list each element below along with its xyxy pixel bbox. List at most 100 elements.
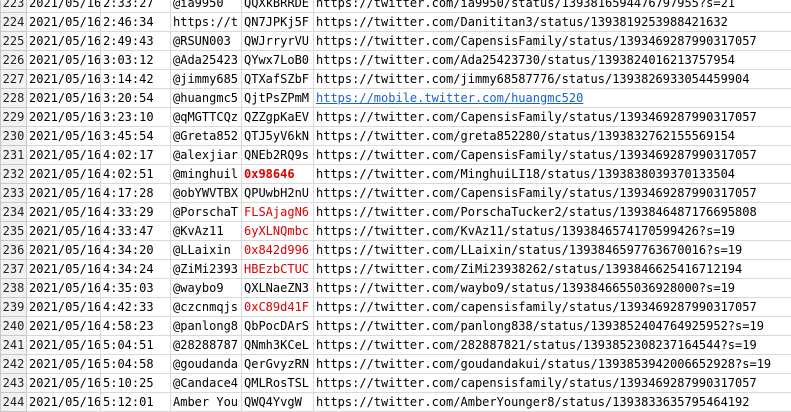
id-cell[interactable]: QWJrryrVU bbox=[242, 32, 314, 51]
row-number-header[interactable]: 241 bbox=[1, 336, 27, 355]
time-cell[interactable]: 4:02:51 bbox=[101, 165, 171, 184]
row-number-header[interactable]: 226 bbox=[1, 51, 27, 70]
table-row[interactable]: 2402021/05/164:58:23@panlong8QbPocDArSht… bbox=[1, 317, 791, 336]
date-cell[interactable]: 2021/05/16 bbox=[27, 32, 101, 51]
time-cell[interactable]: 2:33:27 bbox=[101, 0, 171, 13]
url-cell[interactable]: https://twitter.com/CapensisFamily/statu… bbox=[314, 108, 791, 127]
date-cell[interactable]: 2021/05/16 bbox=[27, 260, 101, 279]
id-cell[interactable]: QWQ4YvgW bbox=[242, 393, 314, 412]
time-cell[interactable]: 4:34:24 bbox=[101, 260, 171, 279]
row-number-header[interactable]: 237 bbox=[1, 260, 27, 279]
row-number-header[interactable]: 244 bbox=[1, 393, 27, 412]
date-cell[interactable]: 2021/05/16 bbox=[27, 89, 101, 108]
date-cell[interactable]: 2021/05/16 bbox=[27, 222, 101, 241]
username-cell[interactable]: Amber You bbox=[171, 393, 242, 412]
username-cell[interactable]: @waybo9 bbox=[171, 279, 242, 298]
url-cell[interactable]: https://twitter.com/capensisfamily/statu… bbox=[314, 298, 791, 317]
table-row[interactable]: 2432021/05/165:10:25@Candace4QMLRosTSLht… bbox=[1, 374, 791, 393]
row-number-header[interactable]: 239 bbox=[1, 298, 27, 317]
row-number-header[interactable]: 230 bbox=[1, 127, 27, 146]
username-cell[interactable]: @ZiMi2393 bbox=[171, 260, 242, 279]
date-cell[interactable]: 2021/05/16 bbox=[27, 13, 101, 32]
username-cell[interactable]: @obYWVTBX bbox=[171, 184, 242, 203]
id-cell[interactable]: 0x98646 bbox=[242, 165, 314, 184]
id-cell[interactable]: QZZgpKaEV bbox=[242, 108, 314, 127]
id-cell[interactable]: 0xC89d41F bbox=[242, 298, 314, 317]
id-cell[interactable]: QQXkBRRDE bbox=[242, 0, 314, 13]
table-row[interactable]: 2342021/05/164:33:29@PorschaTFLSAjagN6ht… bbox=[1, 203, 791, 222]
table-row[interactable]: 2372021/05/164:34:24@ZiMi2393HBEzbCTUCht… bbox=[1, 260, 791, 279]
date-cell[interactable]: 2021/05/16 bbox=[27, 298, 101, 317]
time-cell[interactable]: 4:35:03 bbox=[101, 279, 171, 298]
table-row[interactable]: 2272021/05/163:14:42@jimmy685QTXafSZbFht… bbox=[1, 70, 791, 89]
time-cell[interactable]: 2:46:34 bbox=[101, 13, 171, 32]
time-cell[interactable]: 4:02:17 bbox=[101, 146, 171, 165]
url-cell[interactable]: https://mobile.twitter.com/huangmc520 bbox=[314, 89, 791, 108]
username-cell[interactable]: https://t bbox=[171, 13, 242, 32]
url-cell[interactable]: https://twitter.com/CapensisFamily/statu… bbox=[314, 146, 791, 165]
row-number-header[interactable]: 228 bbox=[1, 89, 27, 108]
time-cell[interactable]: 5:04:58 bbox=[101, 355, 171, 374]
table-row[interactable]: 2412021/05/165:04:51@28288787QNmh3KCeLht… bbox=[1, 336, 791, 355]
table-row[interactable]: 2242021/05/162:46:34https://tQN7JPKj5Fht… bbox=[1, 13, 791, 32]
table-row[interactable]: 2382021/05/164:35:03@waybo9QXLNaeZN3http… bbox=[1, 279, 791, 298]
id-cell[interactable]: QNmh3KCeL bbox=[242, 336, 314, 355]
username-cell[interactable]: @LLaixin bbox=[171, 241, 242, 260]
date-cell[interactable]: 2021/05/16 bbox=[27, 127, 101, 146]
row-number-header[interactable]: 225 bbox=[1, 32, 27, 51]
id-cell[interactable]: QTXafSZbF bbox=[242, 70, 314, 89]
row-number-header[interactable]: 234 bbox=[1, 203, 27, 222]
username-cell[interactable]: @PorschaT bbox=[171, 203, 242, 222]
url-cell[interactable]: https://twitter.com/CapensisFamily/statu… bbox=[314, 32, 791, 51]
id-cell[interactable]: QPUwbH2nU bbox=[242, 184, 314, 203]
url-cell[interactable]: https://twitter.com/jimmy68587776/status… bbox=[314, 70, 791, 89]
table-row[interactable]: 2322021/05/164:02:51@minghuil0x98646http… bbox=[1, 165, 791, 184]
id-cell[interactable]: 6yXLNQmbc bbox=[242, 222, 314, 241]
time-cell[interactable]: 4:34:20 bbox=[101, 241, 171, 260]
row-number-header[interactable]: 224 bbox=[1, 13, 27, 32]
table-row[interactable]: 2362021/05/164:34:20@LLaixin0x842d996htt… bbox=[1, 241, 791, 260]
id-cell[interactable]: HBEzbCTUC bbox=[242, 260, 314, 279]
username-cell[interactable]: @Ada25423 bbox=[171, 51, 242, 70]
id-cell[interactable]: QN7JPKj5F bbox=[242, 13, 314, 32]
url-cell[interactable]: https://twitter.com/MinghuiLI18/status/1… bbox=[314, 165, 791, 184]
id-cell[interactable]: FLSAjagN6 bbox=[242, 203, 314, 222]
hyperlink[interactable]: https://mobile.twitter.com/huangmc520 bbox=[316, 91, 583, 105]
table-row[interactable]: 2302021/05/163:45:54@Greta852QTJ5yV6kNht… bbox=[1, 127, 791, 146]
table-row[interactable]: 2332021/05/164:17:28@obYWVTBXQPUwbH2nUht… bbox=[1, 184, 791, 203]
row-number-header[interactable]: 240 bbox=[1, 317, 27, 336]
date-cell[interactable]: 2021/05/16 bbox=[27, 355, 101, 374]
id-cell[interactable]: QYwx7LoB0 bbox=[242, 51, 314, 70]
id-cell[interactable]: QMLRosTSL bbox=[242, 374, 314, 393]
row-number-header[interactable]: 232 bbox=[1, 165, 27, 184]
id-cell[interactable]: QNEb2RQ9s bbox=[242, 146, 314, 165]
row-number-header[interactable]: 227 bbox=[1, 70, 27, 89]
username-cell[interactable]: @28288787 bbox=[171, 336, 242, 355]
date-cell[interactable]: 2021/05/16 bbox=[27, 203, 101, 222]
row-number-header[interactable]: 243 bbox=[1, 374, 27, 393]
time-cell[interactable]: 3:14:42 bbox=[101, 70, 171, 89]
url-cell[interactable]: https://twitter.com/PorschaTucker2/statu… bbox=[314, 203, 791, 222]
date-cell[interactable]: 2021/05/16 bbox=[27, 165, 101, 184]
row-number-header[interactable]: 238 bbox=[1, 279, 27, 298]
time-cell[interactable]: 3:45:54 bbox=[101, 127, 171, 146]
row-number-header[interactable]: 223 bbox=[1, 0, 27, 13]
time-cell[interactable]: 3:20:54 bbox=[101, 89, 171, 108]
date-cell[interactable]: 2021/05/16 bbox=[27, 0, 101, 13]
url-cell[interactable]: https://twitter.com/CapensisFamily/statu… bbox=[314, 184, 791, 203]
url-cell[interactable]: https://twitter.com/panlong838/status/13… bbox=[314, 317, 791, 336]
url-cell[interactable]: https://twitter.com/282887821/status/139… bbox=[314, 336, 791, 355]
username-cell[interactable]: @Candace4 bbox=[171, 374, 242, 393]
url-cell[interactable]: https://twitter.com/ZiMi23938262/status/… bbox=[314, 260, 791, 279]
url-cell[interactable]: https://twitter.com/greta852280/status/1… bbox=[314, 127, 791, 146]
username-cell[interactable]: @minghuil bbox=[171, 165, 242, 184]
id-cell[interactable]: QXLNaeZN3 bbox=[242, 279, 314, 298]
url-cell[interactable]: https://twitter.com/ia9950/status/139381… bbox=[314, 0, 791, 13]
date-cell[interactable]: 2021/05/16 bbox=[27, 184, 101, 203]
date-cell[interactable]: 2021/05/16 bbox=[27, 279, 101, 298]
time-cell[interactable]: 4:42:33 bbox=[101, 298, 171, 317]
date-cell[interactable]: 2021/05/16 bbox=[27, 374, 101, 393]
username-cell[interactable]: @jimmy685 bbox=[171, 70, 242, 89]
table-row[interactable]: 2292021/05/163:23:10@qMGTTCQzQZZgpKaEVht… bbox=[1, 108, 791, 127]
id-cell[interactable]: QTJ5yV6kN bbox=[242, 127, 314, 146]
